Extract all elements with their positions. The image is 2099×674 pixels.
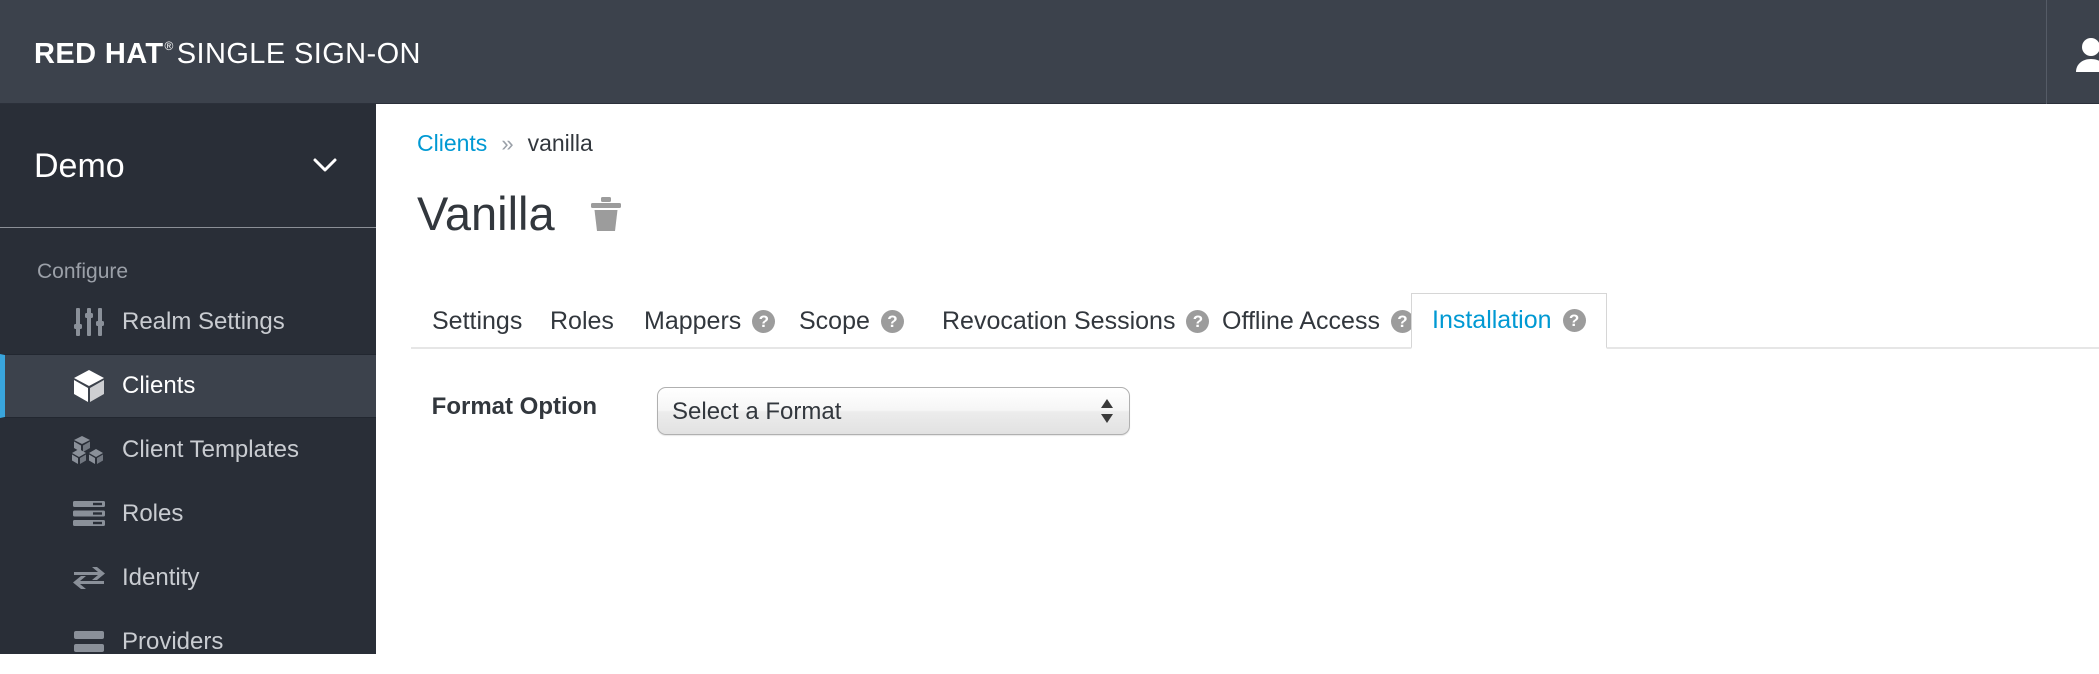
masthead: RED HAT® SINGLE SIGN-ON <box>0 0 2099 104</box>
tab-label: Mappers <box>644 306 742 335</box>
tab-settings[interactable]: Settings <box>411 293 543 349</box>
sliders-icon <box>62 308 116 336</box>
sidebar-item-roles[interactable]: Roles <box>0 482 376 546</box>
sidebar-item-label: Client Templates <box>122 436 299 463</box>
sidebar-item-clients[interactable]: Clients <box>0 354 376 418</box>
sidebar-item-label: Roles <box>122 500 184 527</box>
tab-installation[interactable]: Installation? <box>1411 293 1607 349</box>
tab-scope[interactable]: Scope? <box>778 293 925 349</box>
tab-label: Roles <box>550 306 614 335</box>
page-title-row: Vanilla <box>417 190 621 237</box>
format-select-wrapper: Select a Format <box>657 387 1130 435</box>
sidebar: Demo Configure Realm Settings Clients Cl… <box>0 104 376 655</box>
user-icon[interactable] <box>2074 36 2099 72</box>
tab-bar: Settings Roles Mappers? Scope? Revocation Ses… <box>411 293 2099 349</box>
breadcrumb-current: vanilla <box>527 130 593 156</box>
format-option-label: Format Option <box>431 393 597 420</box>
help-icon[interactable]: ? <box>1562 309 1586 332</box>
realm-selector[interactable]: Demo <box>0 104 376 228</box>
sidebar-item-label: Providers <box>122 628 224 655</box>
sidebar-nav: Realm Settings Clients Client Templates … <box>0 290 376 674</box>
help-icon[interactable]: ? <box>752 309 776 333</box>
sidebar-item-providers[interactable]: Providers <box>0 610 376 674</box>
breadcrumb-parent-link[interactable]: Clients <box>417 130 487 157</box>
sidebar-item-label: Realm Settings <box>122 308 285 335</box>
sidebar-item-client-templates[interactable]: Client Templates <box>0 418 376 482</box>
cube-icon <box>62 369 116 403</box>
format-option-field: Select a Format <box>657 387 1130 435</box>
tab-label: Offline Access <box>1222 306 1380 335</box>
tab-label: Sessions <box>1074 306 1176 335</box>
cubes-icon <box>62 435 116 465</box>
tab-mappers[interactable]: Mappers? <box>623 293 796 349</box>
exchange-arrows-icon <box>62 566 116 590</box>
tab-label: Revocation <box>942 306 1068 335</box>
realm-name: Demo <box>34 147 125 185</box>
breadcrumb-separator-icon: » <box>501 130 514 156</box>
tab-label: Installation <box>1432 306 1552 334</box>
registered-mark: ® <box>164 39 174 53</box>
chevron-down-icon <box>312 156 338 173</box>
sidebar-item-identity[interactable]: Identity <box>0 546 376 610</box>
sidebar-item-realm-settings[interactable]: Realm Settings <box>0 290 376 354</box>
tab-label: Scope <box>799 306 870 335</box>
page-title: Vanilla <box>417 187 555 240</box>
format-select[interactable]: Select a Format <box>657 387 1130 435</box>
tab-roles[interactable]: Roles <box>529 293 635 349</box>
sidebar-item-label: Identity <box>122 564 200 591</box>
server-list-icon <box>62 501 116 527</box>
trash-icon[interactable] <box>590 196 621 231</box>
brand-logo[interactable]: RED HAT® SINGLE SIGN-ON <box>34 38 421 71</box>
breadcrumb: Clients » vanilla <box>417 130 593 157</box>
brand-product: SINGLE SIGN-ON <box>176 38 421 70</box>
format-option-form-row: Format Option Select a Format <box>411 387 1611 435</box>
providers-icon <box>62 629 116 655</box>
tab-label: Settings <box>432 306 523 335</box>
sidebar-item-label: Clients <box>122 372 196 399</box>
masthead-divider <box>2046 0 2047 104</box>
brand-redhat: RED HAT <box>34 38 164 70</box>
main-content: Clients » vanilla Vanilla Settings Roles M… <box>377 104 2099 654</box>
nav-section-label: Configure <box>37 260 129 283</box>
tab-offline-access[interactable]: Offline Access? <box>1201 293 1435 349</box>
help-icon[interactable]: ? <box>880 309 904 333</box>
